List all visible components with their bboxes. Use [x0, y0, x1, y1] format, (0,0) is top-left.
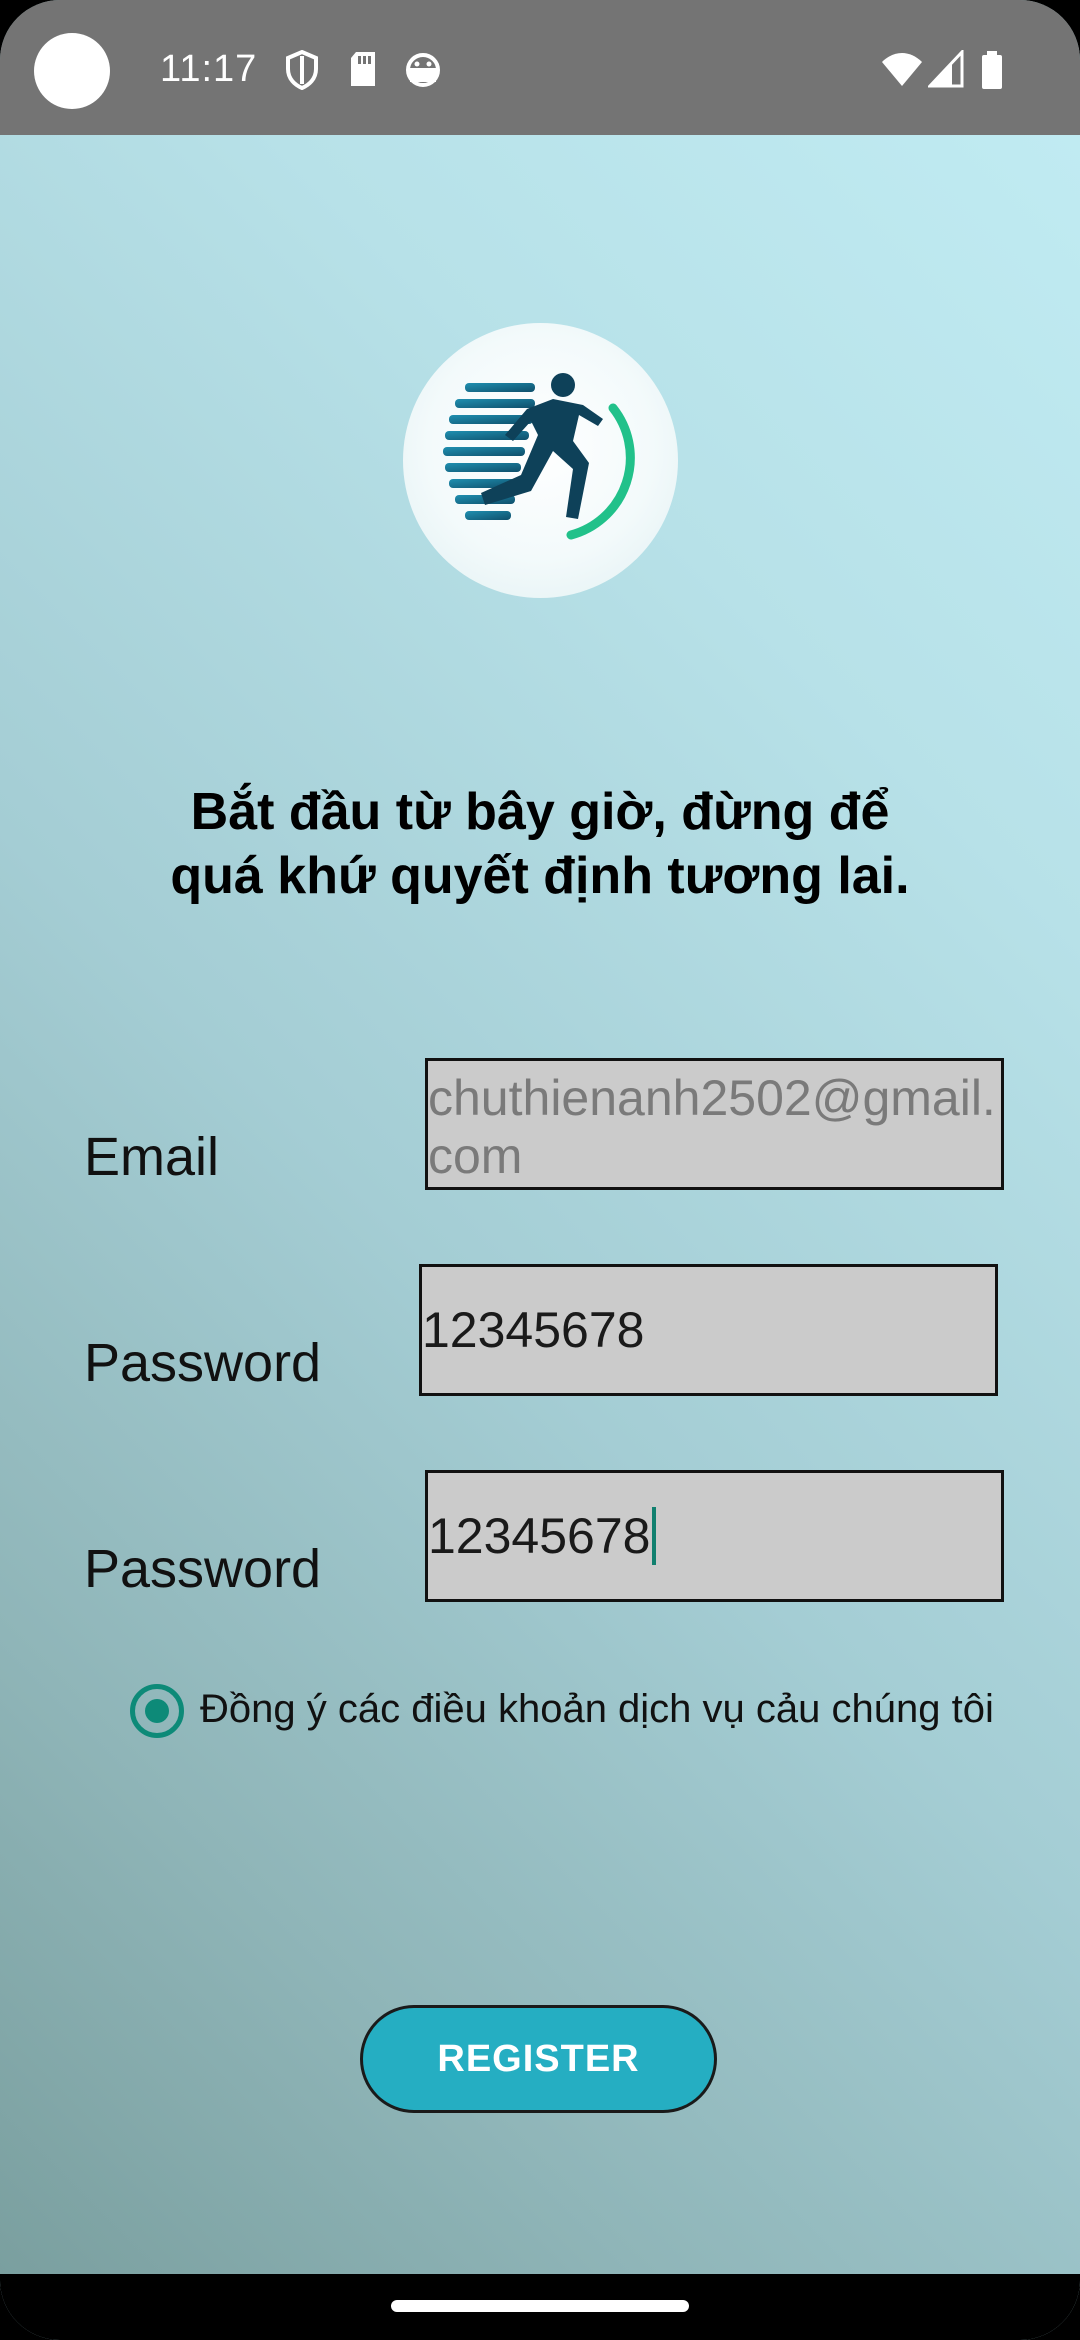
headline-line-1: Bắt đầu từ bây giờ, đừng để	[190, 783, 890, 841]
shield-icon	[286, 50, 318, 90]
home-gesture-handle[interactable]	[391, 2300, 689, 2312]
email-value: chuthienanh2502@gmail.com	[428, 1070, 996, 1184]
register-button-label: REGISTER	[437, 2037, 640, 2080]
text-cursor	[652, 1507, 657, 1565]
wifi-icon	[882, 53, 922, 86]
password-value: 12345678	[422, 1302, 645, 1358]
status-bar: 11:17	[0, 0, 1080, 135]
android-icon	[406, 53, 440, 87]
confirm-password-label: Password	[84, 1539, 322, 1599]
battery-icon	[982, 51, 1002, 89]
register-button[interactable]: REGISTER	[360, 2005, 717, 2113]
app-logo	[403, 323, 678, 598]
camera-cutout	[34, 33, 110, 109]
email-field[interactable]: chuthienanh2502@gmail.com	[425, 1058, 1004, 1190]
confirm-password-field[interactable]: 12345678	[425, 1470, 1004, 1602]
terms-label[interactable]: Đồng ý các điều khoản dịch vụ cảu chúng …	[200, 1687, 994, 1732]
runner-logo-icon	[443, 373, 635, 540]
terms-radio-dot	[145, 1699, 169, 1723]
password-field[interactable]: 12345678	[419, 1264, 998, 1396]
status-time: 11:17	[160, 48, 258, 90]
headline-line-2: quá khứ quyết định tương lai.	[170, 847, 910, 905]
screen: 11:17 Bắt đầu từ bây giờ, đừng để quá kh…	[0, 0, 1080, 2340]
sd-card-icon	[351, 52, 375, 86]
confirm-password-value: 12345678	[428, 1508, 651, 1564]
email-label: Email	[84, 1127, 220, 1187]
signal-icon	[928, 50, 964, 88]
terms-radio[interactable]	[130, 1684, 184, 1738]
password-label: Password	[84, 1333, 322, 1393]
headline: Bắt đầu từ bây giờ, đừng để quá khứ quyế…	[0, 780, 1080, 908]
